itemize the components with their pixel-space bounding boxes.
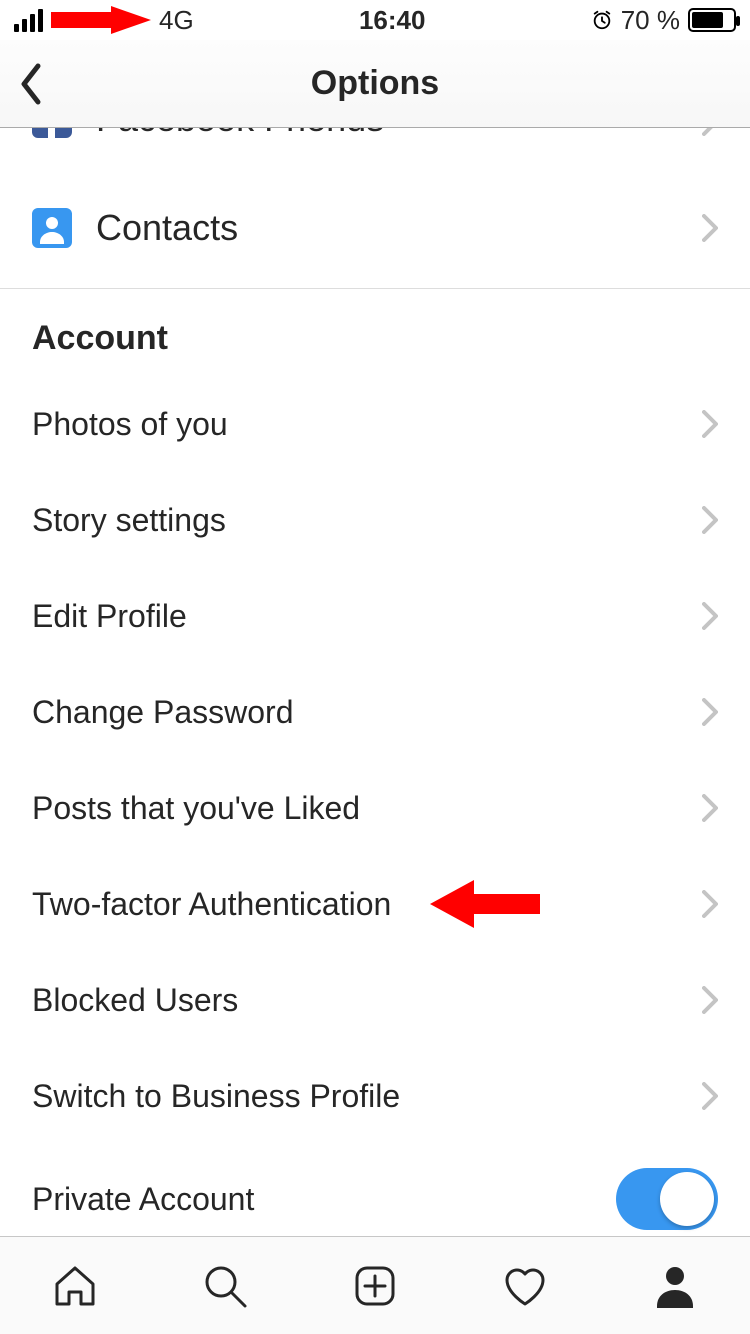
chevron-right-icon xyxy=(702,794,718,822)
facebook-icon xyxy=(32,128,72,138)
tab-activity[interactable] xyxy=(501,1262,549,1310)
page-title: Options xyxy=(311,64,439,103)
bottom-tab-bar xyxy=(0,1236,750,1334)
section-header-account: Account xyxy=(0,289,750,376)
chevron-right-icon xyxy=(702,602,718,630)
row-label: Change Password xyxy=(32,694,702,731)
status-right: 70 % xyxy=(591,5,736,36)
cellular-signal-icon xyxy=(14,8,43,32)
row-facebook-friends[interactable]: Facebook Friends xyxy=(0,128,750,168)
row-label: Private Account xyxy=(32,1181,616,1218)
chevron-right-icon xyxy=(702,698,718,726)
tab-profile[interactable] xyxy=(651,1262,699,1310)
annotation-arrow-carrier xyxy=(51,6,151,34)
back-button[interactable] xyxy=(18,40,44,127)
tab-home[interactable] xyxy=(51,1262,99,1310)
battery-icon xyxy=(688,8,736,32)
nav-header: Options xyxy=(0,40,750,128)
row-story-settings[interactable]: Story settings xyxy=(0,472,750,568)
row-label: Posts that you've Liked xyxy=(32,790,702,827)
row-label: Photos of you xyxy=(32,406,702,443)
chevron-right-icon xyxy=(702,506,718,534)
chevron-right-icon xyxy=(702,410,718,438)
battery-percent: 70 % xyxy=(621,5,680,36)
private-account-toggle[interactable] xyxy=(616,1168,718,1230)
chevron-right-icon xyxy=(702,1082,718,1110)
row-posts-liked[interactable]: Posts that you've Liked xyxy=(0,760,750,856)
row-label: Story settings xyxy=(32,502,702,539)
row-label: Two-factor Authentication xyxy=(32,886,702,923)
chevron-right-icon xyxy=(702,986,718,1014)
row-blocked-users[interactable]: Blocked Users xyxy=(0,952,750,1048)
row-label: Contacts xyxy=(96,207,702,249)
settings-scroll[interactable]: Facebook Friends Contacts Account Photos… xyxy=(0,128,750,1236)
chevron-right-icon xyxy=(702,214,718,242)
contacts-icon xyxy=(32,208,72,248)
row-edit-profile[interactable]: Edit Profile xyxy=(0,568,750,664)
row-switch-business[interactable]: Switch to Business Profile xyxy=(0,1048,750,1144)
status-bar: 4G 16:40 70 % xyxy=(0,0,750,40)
status-left: 4G xyxy=(14,5,194,36)
row-label: Facebook Friends xyxy=(96,128,702,140)
row-label: Blocked Users xyxy=(32,982,702,1019)
tab-search[interactable] xyxy=(201,1262,249,1310)
row-label: Switch to Business Profile xyxy=(32,1078,702,1115)
row-private-account: Private Account xyxy=(0,1144,750,1236)
row-contacts[interactable]: Contacts xyxy=(0,168,750,288)
row-label: Edit Profile xyxy=(32,598,702,635)
alarm-icon xyxy=(591,9,613,31)
row-two-factor-authentication[interactable]: Two-factor Authentication xyxy=(0,856,750,952)
row-change-password[interactable]: Change Password xyxy=(0,664,750,760)
row-photos-of-you[interactable]: Photos of you xyxy=(0,376,750,472)
network-type: 4G xyxy=(159,5,194,36)
tab-new-post[interactable] xyxy=(351,1262,399,1310)
status-time: 16:40 xyxy=(359,5,426,36)
chevron-right-icon xyxy=(702,128,718,136)
chevron-right-icon xyxy=(702,890,718,918)
